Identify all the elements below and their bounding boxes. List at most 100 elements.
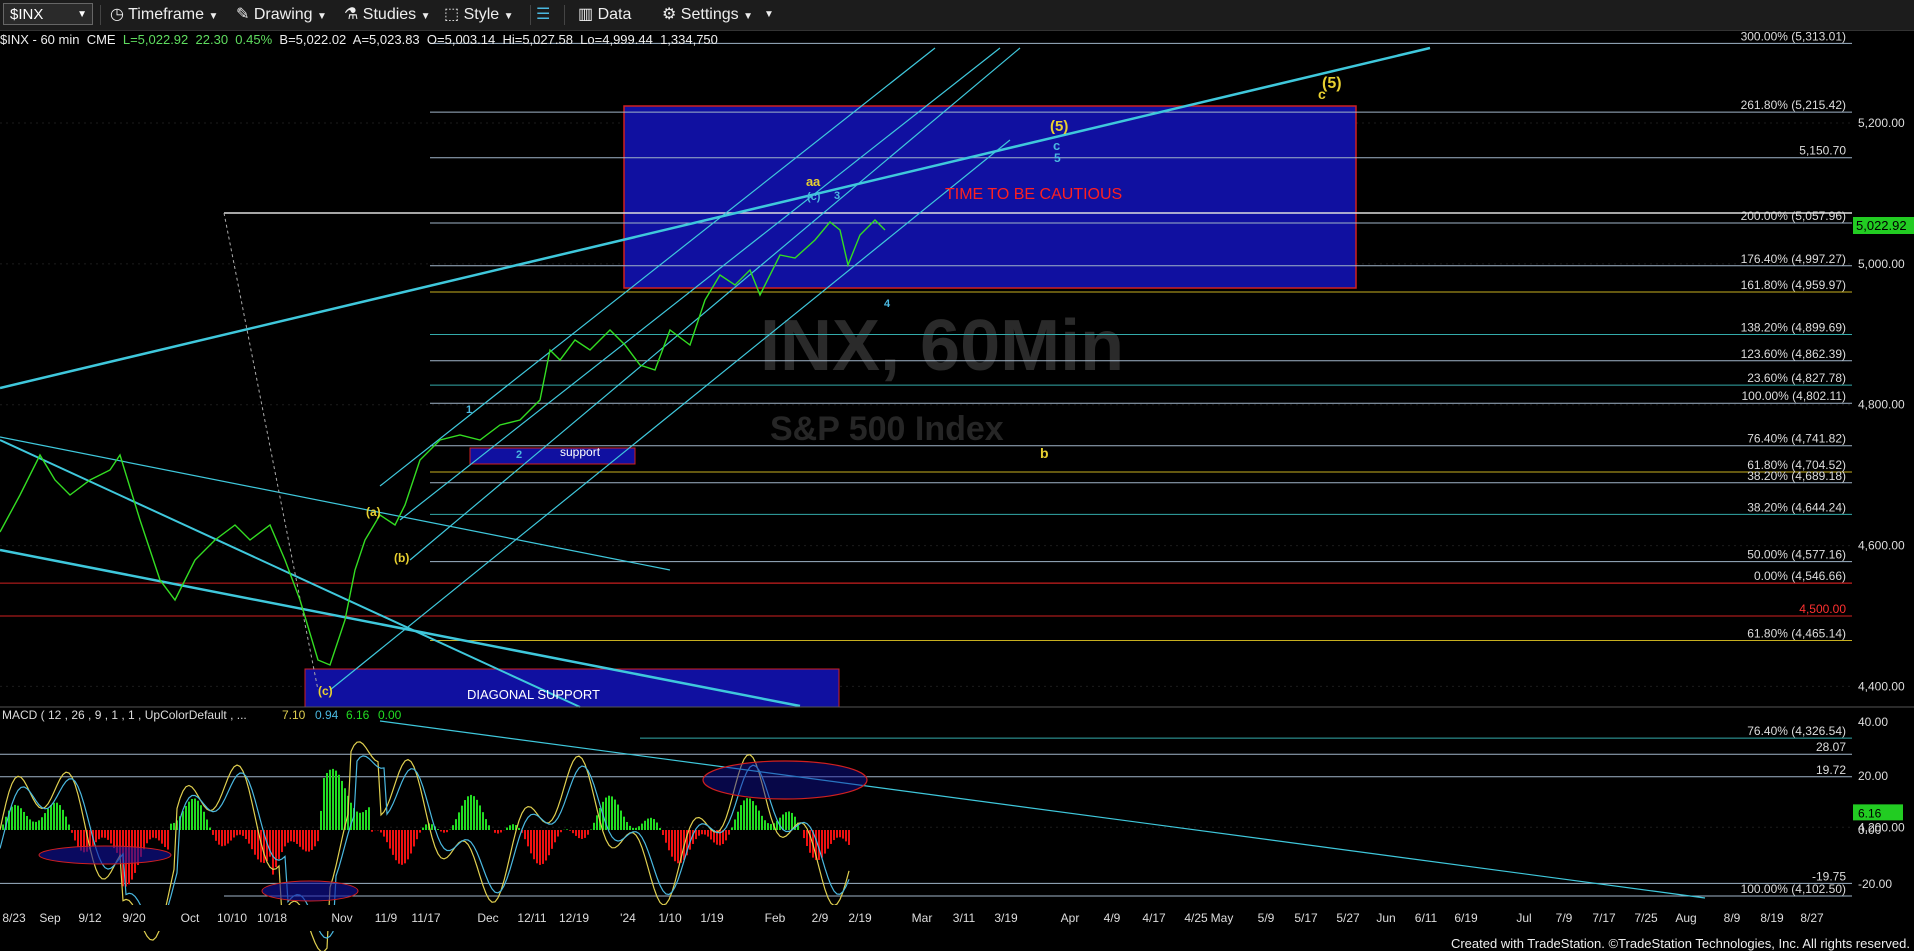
x-tick-label: Oct: [181, 911, 200, 925]
settings-label: Settings: [680, 6, 739, 23]
macd-hist-bar: [392, 830, 394, 855]
fib-label: 4,500.00: [1799, 602, 1846, 616]
macd-hist-bar: [191, 798, 193, 830]
overflow-chevron-icon[interactable]: ▼: [764, 4, 774, 26]
macd-hist-bar: [431, 824, 433, 830]
macd-hist-bar: [440, 830, 442, 832]
macd-hist-bar: [215, 830, 217, 841]
macd-hist-bar: [734, 819, 736, 830]
macd-hist-bar: [35, 821, 37, 830]
macd-hist-bar: [398, 830, 400, 864]
macd-hist-bar: [341, 780, 343, 830]
x-tick-label: Jul: [1516, 911, 1531, 925]
macd-hist-bar: [470, 794, 472, 830]
toolbar-separator: [564, 5, 565, 25]
toolbar-separator: [100, 5, 101, 25]
layout-icon[interactable]: ☰: [536, 4, 550, 26]
macd-hist-bar: [239, 830, 241, 835]
macd-hist-bar: [335, 770, 337, 830]
macd-hist-bar: [227, 830, 229, 844]
x-tick-label: 6/19: [1454, 911, 1478, 925]
bid-value: B=5,022.02: [279, 32, 347, 47]
studies-button[interactable]: ⚗ Studies ▼: [344, 4, 431, 26]
macd-hist-bar: [530, 830, 532, 854]
chevron-down-icon[interactable]: ▼: [77, 4, 87, 26]
macd-hist-bar: [242, 830, 244, 836]
macd-hist-bar: [203, 811, 205, 830]
macd-hist-bar: [446, 830, 448, 833]
macd-hist-bar: [758, 810, 760, 830]
wave-label: (5): [1050, 118, 1068, 135]
settings-button[interactable]: ⚙ Settings ▼: [662, 4, 753, 26]
support-box: [469, 447, 636, 465]
x-tick-label: 9/12: [78, 911, 102, 925]
x-tick-label: 7/17: [1592, 911, 1616, 925]
macd-hist-bar: [11, 806, 13, 830]
x-tick-label: 2/19: [848, 911, 872, 925]
macd-hist-bar: [650, 817, 652, 830]
macd-hist-bar: [155, 830, 157, 839]
drawing-button[interactable]: ✎ Drawing ▼: [236, 4, 327, 26]
symbol-value: $INX: [10, 6, 44, 23]
exchange-label: CME: [86, 32, 116, 47]
macd-hist-bar: [494, 830, 496, 833]
x-tick-label: 10/10: [217, 911, 247, 925]
fib-label: 300.00% (5,313.01): [1741, 29, 1846, 43]
macd-value-2: 0.94: [315, 708, 339, 722]
style-button[interactable]: ⬚ Style ▼: [444, 4, 514, 26]
macd-hist-bar: [110, 830, 112, 844]
macd-hist-bar: [368, 807, 370, 830]
x-tick-label: 8/27: [1800, 911, 1824, 925]
macd-hist-bar: [68, 824, 70, 830]
macd-hist-bar: [14, 804, 16, 830]
data-button[interactable]: ▥ Data: [578, 4, 631, 26]
fib-label: 76.40% (4,326.54): [1747, 724, 1846, 738]
macd-hist-bar: [596, 815, 598, 830]
macd-hist-bar: [821, 830, 823, 858]
macd-hist-bar: [296, 830, 298, 844]
macd-hist-bar: [476, 799, 478, 830]
fib-label: 38.20% (4,689.18): [1747, 469, 1846, 483]
macd-hist-bar: [707, 830, 709, 837]
macd-hist-bar: [173, 822, 175, 830]
macd-hist-bar: [560, 830, 562, 833]
macd-level-label: 28.07: [1816, 740, 1846, 754]
macd-hist-bar: [518, 827, 520, 830]
macd-hist-bar: [254, 830, 256, 855]
macd-hist-bar: [77, 830, 79, 847]
symbol-name: $INX - 60 min: [0, 32, 80, 47]
macd-hist-bar: [158, 830, 160, 841]
macd-value-4: 0.00: [378, 708, 402, 722]
macd-title: MACD ( 12 , 26 , 9 , 1 , 1 , UpColorDefa…: [2, 708, 247, 722]
x-tick-label: 6/11: [1415, 911, 1438, 925]
macd-hist-bar: [2, 824, 4, 830]
macd-hist-bar: [356, 811, 358, 830]
macd-hist-bar: [311, 830, 313, 850]
x-tick-label: 9/20: [122, 911, 146, 925]
wave-label: b: [1040, 445, 1049, 461]
caution-label: TIME TO BE CAUTIOUS: [945, 186, 1122, 203]
macd-hist-bar: [467, 796, 469, 830]
macd-hist-bar: [593, 822, 595, 830]
chevron-down-icon: ▼: [420, 11, 431, 22]
macd-hist-bar: [662, 830, 664, 835]
price-tick-label: 4,400.00: [1858, 679, 1905, 693]
pencil-icon: ✎: [236, 6, 250, 23]
macd-hist-bar: [803, 830, 805, 839]
macd-hist-bar: [788, 811, 790, 830]
x-tick-label: 7/9: [1556, 911, 1573, 925]
macd-hist-bar: [581, 830, 583, 839]
wave-label: (b): [394, 551, 409, 565]
macd-hist-bar: [272, 830, 274, 875]
timeframe-button[interactable]: ◷ Timeframe ▼: [110, 4, 218, 26]
macd-hist-bar: [626, 822, 628, 830]
macd-hist-bar: [782, 814, 784, 830]
macd-hist-bar: [305, 830, 307, 852]
last-price-label: 5,022.92: [1856, 218, 1907, 233]
macd-hist-bar: [587, 830, 589, 835]
macd-hist-bar: [194, 798, 196, 830]
x-tick-label: 4/9: [1104, 911, 1121, 925]
wave-label: 1: [466, 404, 472, 416]
symbol-input[interactable]: $INX ▼: [3, 3, 93, 25]
open-value: O=5,003.14: [426, 32, 496, 47]
